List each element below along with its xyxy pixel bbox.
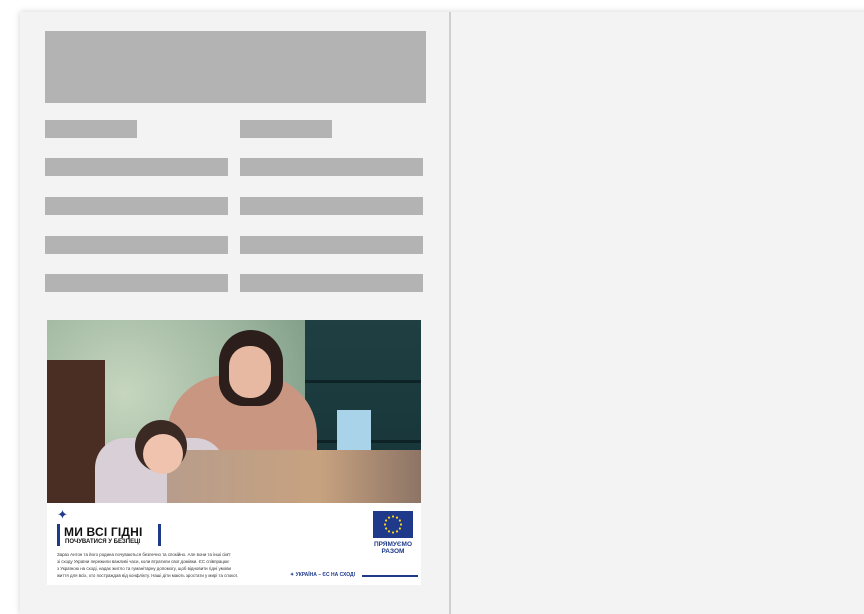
header-placeholder: [45, 31, 426, 103]
ad-body-text: Зараз Антон та його родина почуваються б…: [57, 552, 239, 578]
ad-headline: МИ ВСІ ГІДНІ: [64, 525, 143, 539]
text-placeholder: [45, 197, 228, 215]
advertisement-banner[interactable]: ✦ МИ ВСІ ГІДНІ ПОЧУВАТИСЯ У БЕЗПЕЦІ Зара…: [47, 320, 421, 585]
ad-photo: [47, 320, 421, 503]
partner-label: ПРЯМУЄМО РАЗОМ: [373, 541, 413, 555]
right-page: [451, 12, 864, 614]
photo-blanket: [167, 450, 421, 503]
footer-slogan: ✦ УКРАЇНА – ЄС НА СХОДІ: [290, 572, 355, 578]
footer-rule: [362, 575, 418, 577]
text-placeholder: [240, 158, 423, 176]
left-page: ✦ МИ ВСІ ГІДНІ ПОЧУВАТИСЯ У БЕЗПЕЦІ Зара…: [20, 12, 449, 614]
text-placeholder: [45, 274, 228, 292]
ad-subheadline: ПОЧУВАТИСЯ У БЕЗПЕЦІ: [65, 539, 141, 545]
label-placeholder-left: [45, 120, 137, 138]
text-placeholder: [45, 158, 228, 176]
label-placeholder-right: [240, 120, 332, 138]
text-placeholder: [240, 197, 423, 215]
text-placeholder: [240, 236, 423, 254]
ad-caption-area: ✦ МИ ВСІ ГІДНІ ПОЧУВАТИСЯ У БЕЗПЕЦІ Зара…: [47, 503, 421, 585]
star-icon: ✦: [57, 507, 68, 522]
photo-book: [337, 410, 371, 454]
photo-shelf-board: [305, 380, 421, 383]
document-frame: ✦ МИ ВСІ ГІДНІ ПОЧУВАТИСЯ У БЕЗПЕЦІ Зара…: [20, 12, 864, 614]
text-placeholder: [240, 274, 423, 292]
text-placeholder: [45, 236, 228, 254]
eu-flag-icon: [373, 511, 413, 538]
photo-child-face: [143, 434, 183, 474]
photo-mother-face: [229, 346, 271, 398]
